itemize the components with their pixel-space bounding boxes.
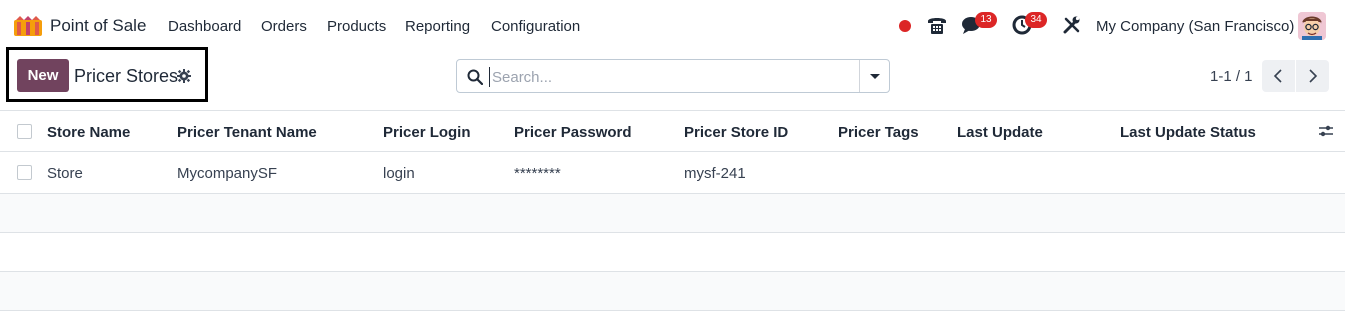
column-settings-icon[interactable] (1318, 123, 1334, 139)
new-button[interactable]: New (17, 59, 69, 92)
column-pricer-password[interactable]: Pricer Password (514, 124, 632, 141)
menu-products[interactable]: Products (327, 18, 386, 35)
menu-configuration[interactable]: Configuration (491, 18, 580, 35)
company-switcher[interactable]: My Company (San Francisco) (1096, 18, 1294, 35)
app-name[interactable]: Point of Sale (50, 16, 146, 36)
column-store-name[interactable]: Store Name (47, 124, 130, 141)
top-navbar: Point of Sale Dashboard Orders Products … (0, 0, 1345, 52)
pos-logo-icon[interactable] (14, 16, 42, 36)
column-pricer-tags[interactable]: Pricer Tags (838, 124, 919, 141)
search-icon[interactable] (467, 69, 483, 85)
page-title: Pricer Stores (74, 66, 179, 86)
column-last-update-status[interactable]: Last Update Status (1120, 124, 1256, 141)
pager-next-button[interactable] (1296, 60, 1329, 92)
menu-orders[interactable]: Orders (261, 18, 307, 35)
record-dot-icon[interactable] (899, 20, 911, 32)
cell-pricer-login: login (383, 165, 415, 182)
search-bar (456, 59, 890, 93)
empty-row (0, 194, 1345, 232)
empty-row (0, 272, 1345, 310)
cell-pricer-store-id: mysf-241 (684, 165, 746, 182)
tools-icon[interactable] (1063, 16, 1081, 34)
chevron-left-icon (1273, 69, 1282, 83)
pager-previous-button[interactable] (1262, 60, 1295, 92)
gear-icon[interactable] (177, 69, 191, 83)
select-all-checkbox[interactable] (17, 124, 32, 139)
empty-row (0, 233, 1345, 271)
menu-dashboard[interactable]: Dashboard (168, 18, 241, 35)
divider (0, 151, 1345, 152)
phone-icon[interactable] (926, 14, 948, 36)
divider (0, 110, 1345, 111)
cell-pricer-tenant-name: MycompanySF (177, 165, 278, 182)
search-input[interactable] (489, 67, 849, 87)
column-pricer-login[interactable]: Pricer Login (383, 124, 471, 141)
cell-pricer-password: ******** (514, 165, 561, 182)
row-checkbox[interactable] (17, 165, 32, 180)
column-pricer-store-id[interactable]: Pricer Store ID (684, 124, 788, 141)
column-pricer-tenant-name[interactable]: Pricer Tenant Name (177, 124, 317, 141)
menu-reporting[interactable]: Reporting (405, 18, 470, 35)
pager-value[interactable]: 1-1 / 1 (1210, 68, 1253, 85)
chevron-right-icon (1309, 69, 1318, 83)
activities-badge: 34 (1025, 12, 1047, 28)
caret-down-icon[interactable] (860, 60, 890, 92)
column-last-update[interactable]: Last Update (957, 124, 1043, 141)
cell-store-name: Store (47, 165, 83, 182)
avatar[interactable] (1298, 12, 1326, 40)
messages-badge: 13 (975, 12, 997, 28)
divider (0, 310, 1345, 311)
